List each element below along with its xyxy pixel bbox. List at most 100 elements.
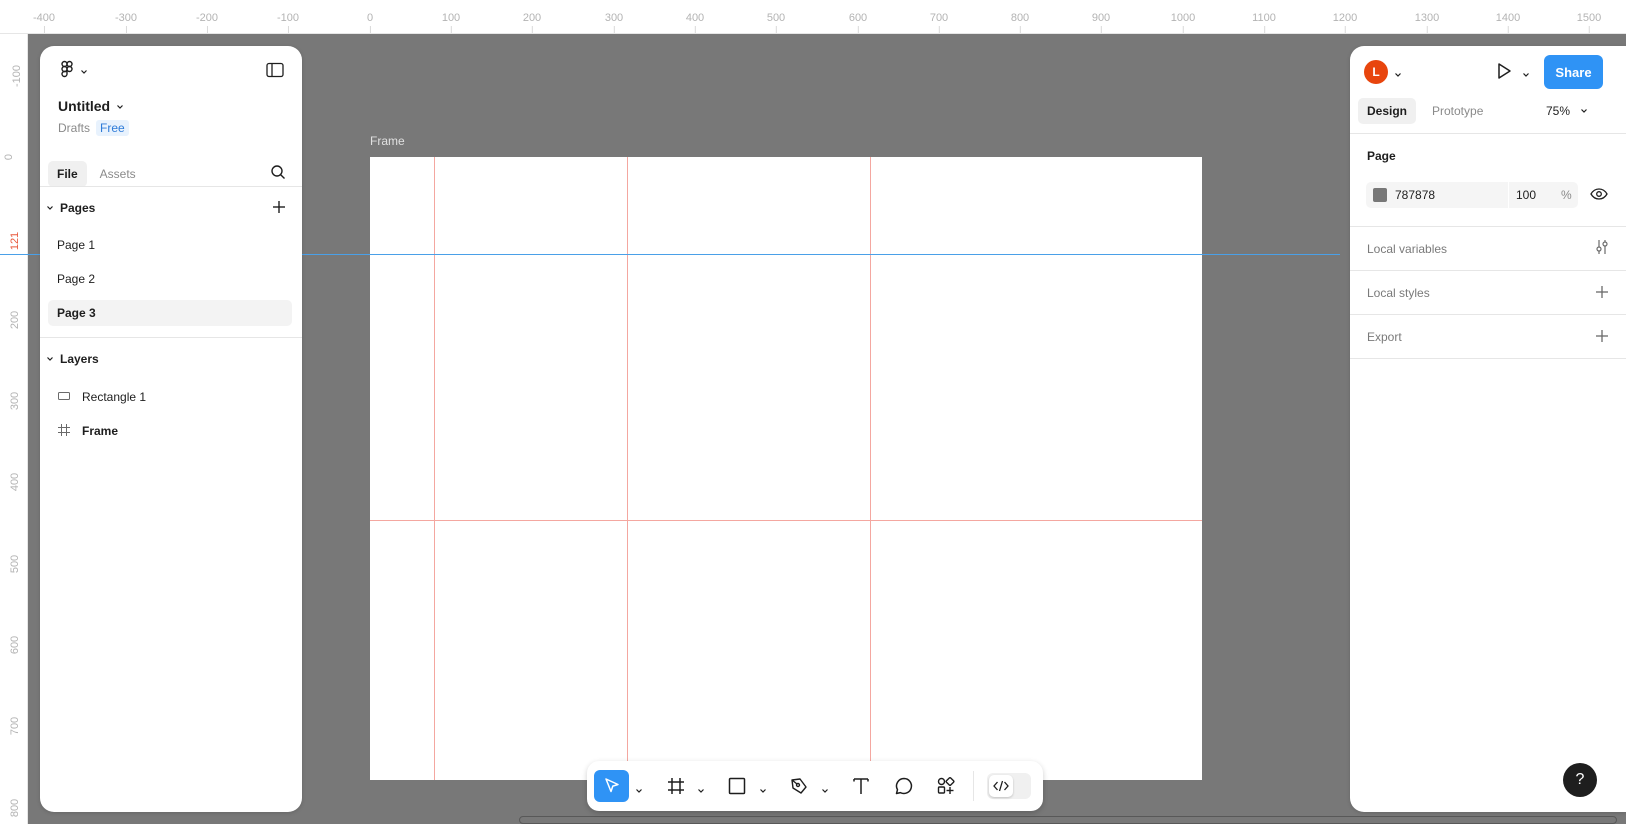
frame-label[interactable]: Frame bbox=[370, 134, 405, 148]
divider bbox=[1350, 133, 1626, 134]
chevron-down-icon bbox=[46, 201, 54, 215]
fill-hex-value[interactable]: 787878 bbox=[1395, 188, 1435, 202]
color-swatch[interactable] bbox=[1373, 188, 1387, 202]
zoom-dropdown[interactable]: 75% bbox=[1546, 104, 1588, 118]
ruler-tick: -200 bbox=[195, 12, 219, 33]
layer-item[interactable]: Frame bbox=[58, 420, 118, 442]
horizontal-scrollbar[interactable] bbox=[519, 816, 1617, 824]
bottom-strip bbox=[0, 824, 1626, 840]
share-button[interactable]: Share bbox=[1544, 55, 1603, 89]
ruler-tick: 1400 bbox=[1495, 12, 1521, 33]
ruler-tick: 800 bbox=[9, 798, 22, 818]
pen-tool-icon[interactable] bbox=[784, 770, 814, 802]
rectangle-tool-icon[interactable] bbox=[722, 770, 752, 802]
present-play-icon[interactable] bbox=[1494, 60, 1514, 87]
ruler-tick: -100 bbox=[11, 64, 24, 88]
ruler-tick: -400 bbox=[32, 12, 56, 33]
drafts-link[interactable]: Drafts bbox=[58, 121, 90, 135]
file-name-button[interactable]: Untitled bbox=[58, 98, 124, 114]
left-ruler: -100 0 121 200 300 400 500 600 700 800 bbox=[0, 34, 28, 840]
chevron-down-icon[interactable] bbox=[697, 782, 705, 800]
ruler-tick: 600 bbox=[9, 635, 22, 655]
tab-design[interactable]: Design bbox=[1358, 98, 1417, 124]
divider bbox=[1350, 270, 1626, 271]
add-style-icon[interactable] bbox=[1595, 285, 1609, 304]
layout-grid-column-line bbox=[627, 157, 628, 780]
ruler-tick: 400 bbox=[9, 472, 22, 492]
actions-icon[interactable] bbox=[931, 770, 961, 802]
chevron-down-icon bbox=[46, 352, 54, 366]
local-styles-label[interactable]: Local styles bbox=[1367, 286, 1430, 300]
layer-item[interactable]: Rectangle 1 bbox=[58, 386, 146, 408]
tab-assets[interactable]: Assets bbox=[91, 161, 145, 187]
search-icon[interactable] bbox=[270, 164, 286, 185]
left-sidebar: Untitled Drafts Free File Assets Pages P… bbox=[40, 46, 302, 812]
ruler-tick: 1000 bbox=[1170, 12, 1196, 33]
tab-prototype[interactable]: Prototype bbox=[1423, 98, 1492, 124]
divider bbox=[1350, 358, 1626, 359]
ruler-tick: 300 bbox=[604, 12, 624, 33]
ruler-tick: 500 bbox=[9, 554, 22, 574]
comment-icon[interactable] bbox=[889, 770, 919, 802]
move-icon[interactable] bbox=[594, 770, 629, 802]
ruler-tick: 1500 bbox=[1576, 12, 1602, 33]
frame-tool-icon[interactable] bbox=[661, 770, 691, 802]
sliders-icon[interactable] bbox=[1595, 239, 1609, 260]
pages-header[interactable]: Pages bbox=[46, 201, 95, 215]
ruler-selection-mark: 121 bbox=[9, 231, 22, 251]
ruler-tick: 300 bbox=[9, 391, 22, 411]
file-location: Drafts Free bbox=[58, 120, 129, 136]
ruler-tick: -100 bbox=[276, 12, 300, 33]
ruler-tick: 400 bbox=[685, 12, 705, 33]
divider bbox=[973, 771, 974, 801]
fill-opacity-value[interactable]: 100 bbox=[1516, 188, 1536, 202]
chevron-down-icon[interactable] bbox=[759, 782, 767, 800]
chevron-down-icon[interactable] bbox=[1522, 66, 1530, 84]
divider bbox=[1508, 182, 1509, 208]
main-menu-button[interactable] bbox=[58, 60, 88, 83]
chevron-down-icon bbox=[80, 63, 88, 81]
layers-header[interactable]: Layers bbox=[46, 352, 99, 366]
export-label[interactable]: Export bbox=[1367, 330, 1402, 344]
text-tool-icon[interactable] bbox=[846, 770, 876, 802]
help-button[interactable]: ? bbox=[1563, 763, 1597, 797]
ruler-tick: 800 bbox=[1010, 12, 1030, 33]
file-name: Untitled bbox=[58, 98, 111, 114]
chevron-down-icon[interactable] bbox=[1394, 66, 1402, 84]
ruler-tick: 200 bbox=[9, 310, 22, 330]
local-variables-label[interactable]: Local variables bbox=[1367, 242, 1447, 256]
pages-header-label: Pages bbox=[60, 201, 96, 215]
ruler-tick: 1300 bbox=[1414, 12, 1440, 33]
ruler-tick: 500 bbox=[766, 12, 786, 33]
add-page-icon[interactable] bbox=[272, 200, 286, 219]
bottom-toolbar bbox=[587, 761, 1043, 811]
plan-badge[interactable]: Free bbox=[96, 120, 129, 136]
layout-grid-row-line bbox=[370, 520, 1202, 521]
ruler-tick: 1100 bbox=[1252, 12, 1276, 33]
layers-header-label: Layers bbox=[60, 352, 99, 366]
chevron-down-icon[interactable] bbox=[635, 782, 643, 800]
page-item[interactable]: Page 2 bbox=[48, 266, 292, 292]
ruler-tick: 700 bbox=[9, 716, 22, 736]
page-fill-row[interactable]: 787878 100 % bbox=[1366, 182, 1578, 208]
frame-icon bbox=[58, 423, 70, 439]
frame[interactable] bbox=[370, 157, 1202, 780]
eye-icon[interactable] bbox=[1590, 187, 1608, 206]
divider bbox=[1350, 314, 1626, 315]
ruler-tick: 100 bbox=[441, 12, 461, 33]
ruler-tick: 0 bbox=[366, 12, 374, 33]
toggle-sidebar-icon[interactable] bbox=[266, 62, 284, 83]
page-item[interactable]: Page 1 bbox=[48, 232, 292, 258]
ruler-tick: 600 bbox=[848, 12, 868, 33]
page-item[interactable]: Page 3 bbox=[48, 300, 292, 326]
ruler-tick: 200 bbox=[522, 12, 542, 33]
avatar[interactable]: L bbox=[1364, 60, 1388, 84]
chevron-down-icon[interactable] bbox=[821, 782, 829, 800]
tab-file[interactable]: File bbox=[48, 161, 87, 187]
code-icon bbox=[989, 775, 1013, 797]
ruler-tick: 700 bbox=[929, 12, 949, 33]
add-export-icon[interactable] bbox=[1595, 329, 1609, 348]
divider bbox=[40, 337, 302, 338]
ruler-tick: 1200 bbox=[1332, 12, 1358, 33]
dev-mode-toggle[interactable] bbox=[987, 773, 1031, 799]
